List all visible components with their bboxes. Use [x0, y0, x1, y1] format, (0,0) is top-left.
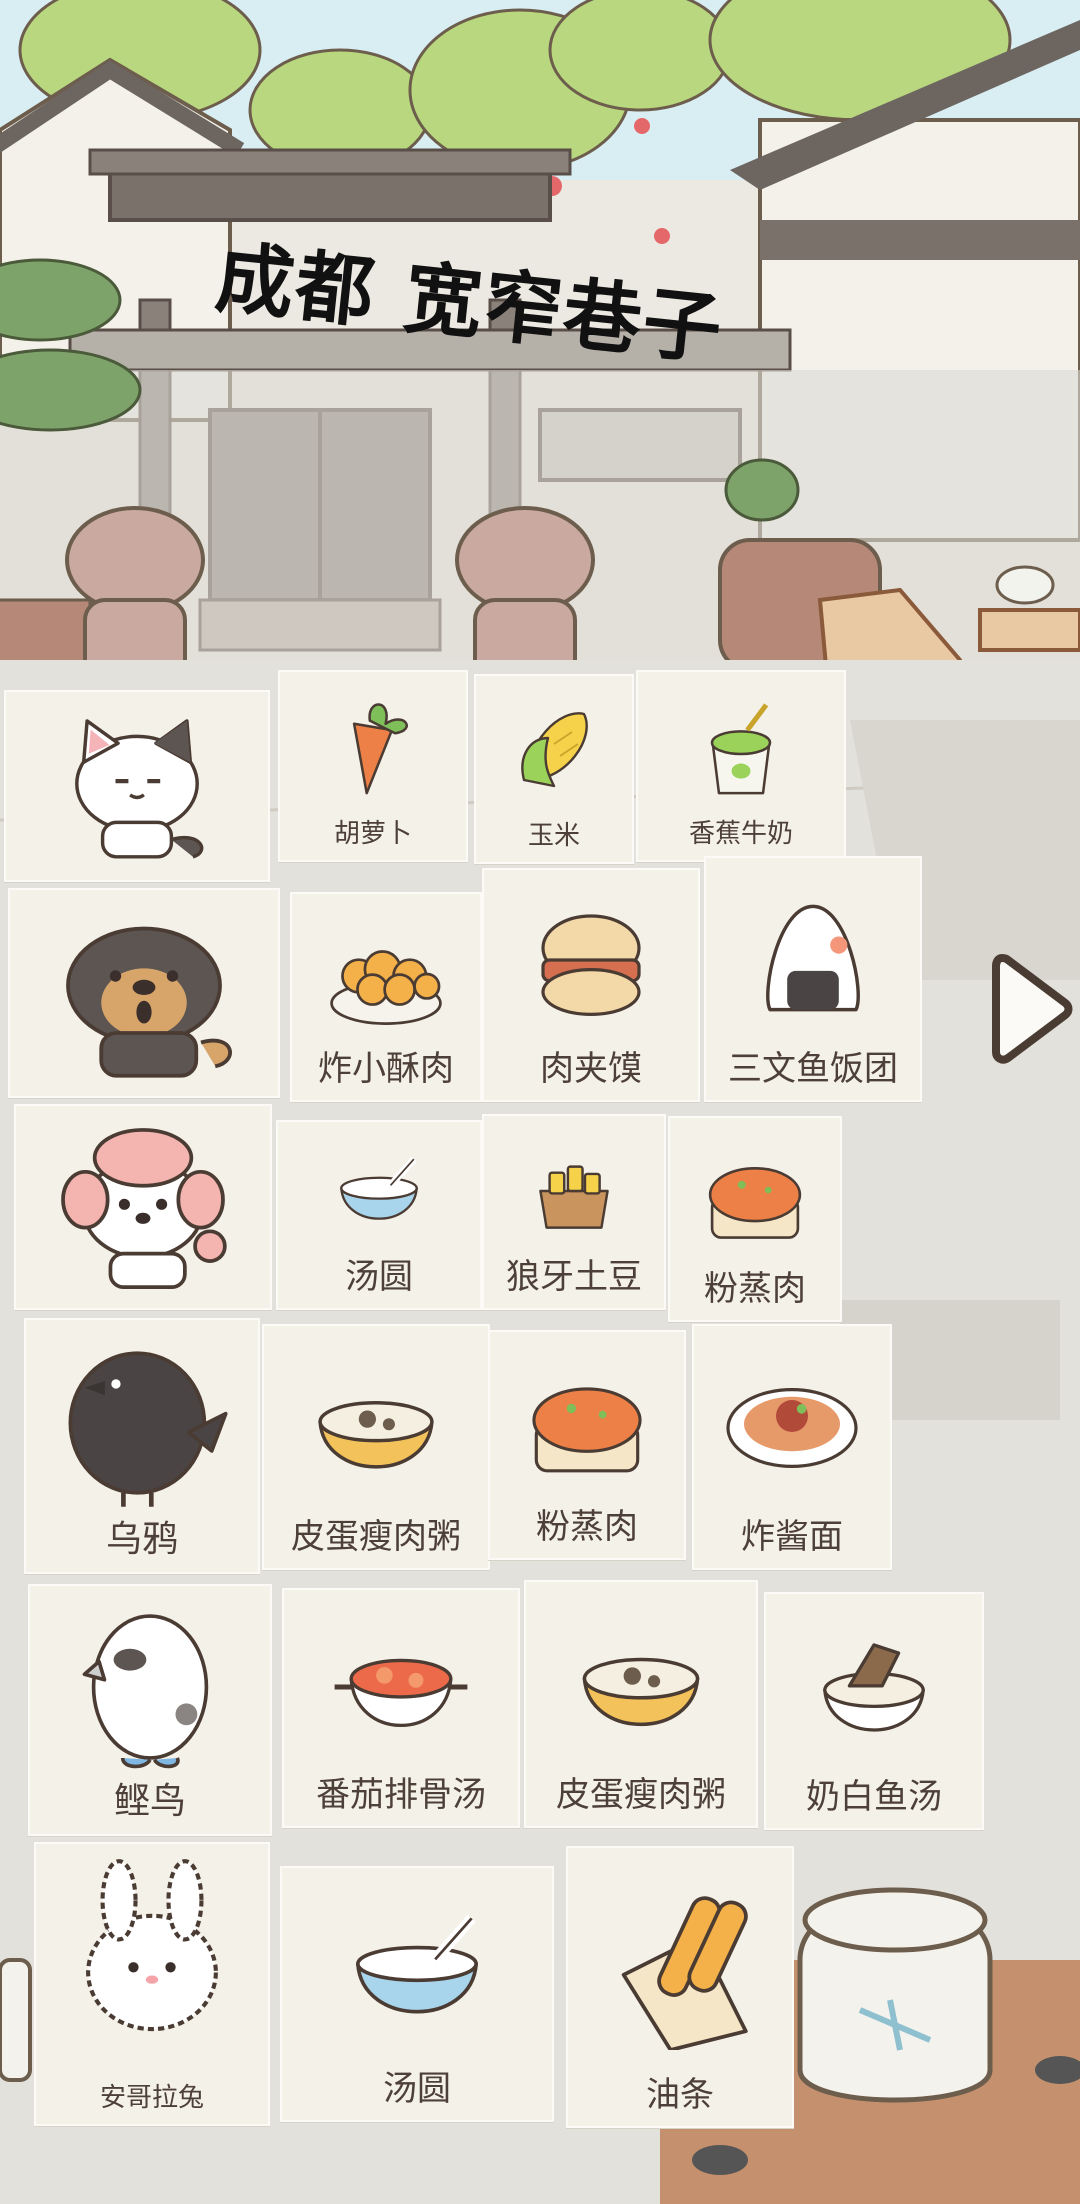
animal-card[interactable]: [4, 690, 270, 882]
food-label: 汤圆: [345, 1257, 413, 1297]
food-card[interactable]: 汤圆: [280, 1866, 554, 2122]
animal-card[interactable]: [8, 888, 280, 1098]
burger-icon: [541, 914, 641, 1016]
congee-icon: [582, 1657, 700, 1727]
food-label: 奶白鱼汤: [806, 1777, 942, 1817]
corn-icon: [521, 712, 588, 788]
food-card[interactable]: 番茄排骨汤: [282, 1588, 520, 1828]
food-label: 皮蛋瘦肉粥: [291, 1517, 461, 1557]
food-card[interactable]: 皮蛋瘦肉粥: [524, 1580, 758, 1828]
fried-pork-icon: [330, 950, 442, 1025]
animal-name: 安哥拉兔: [99, 2083, 204, 2113]
fish-soup-icon: [823, 1643, 925, 1732]
food-label: 玉米: [527, 821, 580, 851]
food-label: 粉蒸肉: [704, 1269, 806, 1309]
food-label: 油条: [646, 2075, 714, 2115]
potato-bowl-icon: [539, 1165, 609, 1229]
food-label: 番茄排骨汤: [316, 1775, 486, 1815]
rice-ball-bowl-icon: [356, 1914, 478, 2014]
animal-card[interactable]: [14, 1104, 272, 1310]
food-card[interactable]: 玉米: [474, 674, 634, 864]
crow-icon: [68, 1351, 228, 1507]
cat-icon: [75, 719, 204, 859]
food-card[interactable]: 炸小酥肉: [290, 892, 482, 1102]
animal-name: 乌鸦: [105, 1519, 178, 1560]
food-card[interactable]: 三文鱼饭团: [704, 856, 922, 1102]
animal-card[interactable]: 安哥拉兔: [34, 1842, 270, 2126]
animal-card[interactable]: 鲣鸟: [28, 1584, 272, 1836]
rabbit-icon: [86, 1859, 218, 2032]
dog-icon: [66, 926, 232, 1078]
animal-card[interactable]: 乌鸦: [24, 1318, 260, 1574]
food-label: 炸酱面: [741, 1517, 843, 1557]
booby-bird-icon: [82, 1614, 209, 1769]
onigiri-icon: [766, 904, 860, 1012]
food-card[interactable]: 狼牙土豆: [482, 1114, 666, 1310]
food-card[interactable]: 汤圆: [276, 1120, 482, 1310]
food-label: 粉蒸肉: [536, 1507, 638, 1547]
banana-milk-icon: [710, 703, 772, 795]
food-card[interactable]: 皮蛋瘦肉粥: [262, 1324, 490, 1570]
carrot-icon: [352, 703, 408, 795]
food-card[interactable]: 粉蒸肉: [668, 1116, 842, 1322]
food-card[interactable]: 炸酱面: [692, 1324, 892, 1570]
tomato-soup-icon: [334, 1658, 468, 1727]
food-card[interactable]: 香蕉牛奶: [636, 670, 846, 862]
food-label: 胡萝卜: [333, 819, 412, 849]
food-card[interactable]: 胡萝卜: [278, 670, 468, 862]
food-label: 炸小酥肉: [318, 1049, 454, 1089]
food-card[interactable]: 奶白鱼汤: [764, 1592, 984, 1830]
play-arrow-icon: [992, 954, 1073, 1064]
food-label: 香蕉牛奶: [688, 819, 793, 849]
rice-ball-bowl-icon: [340, 1156, 418, 1220]
fried-dough-icon: [621, 1896, 748, 2050]
food-label: 皮蛋瘦肉粥: [556, 1775, 726, 1815]
poodle-icon: [61, 1128, 227, 1289]
next-button[interactable]: [988, 948, 1074, 1070]
food-card[interactable]: 油条: [566, 1846, 794, 2128]
steamed-pork-icon: [708, 1166, 802, 1239]
food-card[interactable]: 肉夹馍: [482, 868, 700, 1102]
steamed-pork-icon: [532, 1387, 642, 1473]
animal-name: 鲣鸟: [113, 1781, 186, 1822]
food-label: 狼牙土豆: [506, 1257, 642, 1297]
food-label: 汤圆: [383, 2069, 451, 2109]
food-label: 肉夹馍: [540, 1049, 642, 1089]
noodles-icon: [726, 1388, 858, 1468]
congee-icon: [318, 1401, 434, 1469]
food-label: 三文鱼饭团: [728, 1049, 898, 1089]
food-card[interactable]: 粉蒸肉: [488, 1330, 686, 1560]
